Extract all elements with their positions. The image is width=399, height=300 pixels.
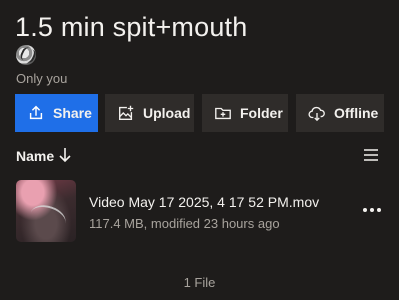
file-name[interactable]: Video May 17 2025, 4 17 52 PM.mov: [89, 194, 319, 210]
new-folder-icon: [215, 107, 231, 120]
offline-button-label: Offline: [334, 105, 379, 121]
offline-button[interactable]: Offline: [296, 94, 384, 132]
file-row[interactable]: Video May 17 2025, 4 17 52 PM.mov 117.4 …: [0, 176, 399, 246]
sort-header: Name: [15, 146, 385, 166]
folder-button[interactable]: Folder: [202, 94, 288, 132]
share-button[interactable]: Share: [15, 94, 98, 132]
file-meta: 117.4 MB, modified 23 hours ago: [89, 216, 280, 231]
share-button-label: Share: [53, 105, 92, 121]
upload-button[interactable]: Upload: [105, 94, 194, 132]
sharing-status: Only you: [16, 71, 68, 86]
share-upload-icon: [29, 105, 43, 120]
video-thumbnail[interactable]: [16, 180, 76, 242]
folder-title: 1.5 min spit+mouth: [15, 12, 248, 42]
folder-view: 1.5 min spit+mouth Only you Share Upload…: [0, 0, 399, 300]
folder-button-label: Folder: [240, 105, 283, 121]
owner-avatar[interactable]: [16, 45, 36, 65]
more-options-icon[interactable]: [362, 206, 382, 214]
upload-button-label: Upload: [143, 105, 191, 121]
sort-by-name[interactable]: Name: [16, 148, 54, 164]
list-view-icon[interactable]: [363, 147, 379, 163]
upload-image-icon: [119, 105, 134, 120]
cloud-download-icon: [308, 106, 325, 122]
file-count: 1 File: [183, 275, 216, 290]
arrow-down-icon[interactable]: [57, 146, 73, 164]
